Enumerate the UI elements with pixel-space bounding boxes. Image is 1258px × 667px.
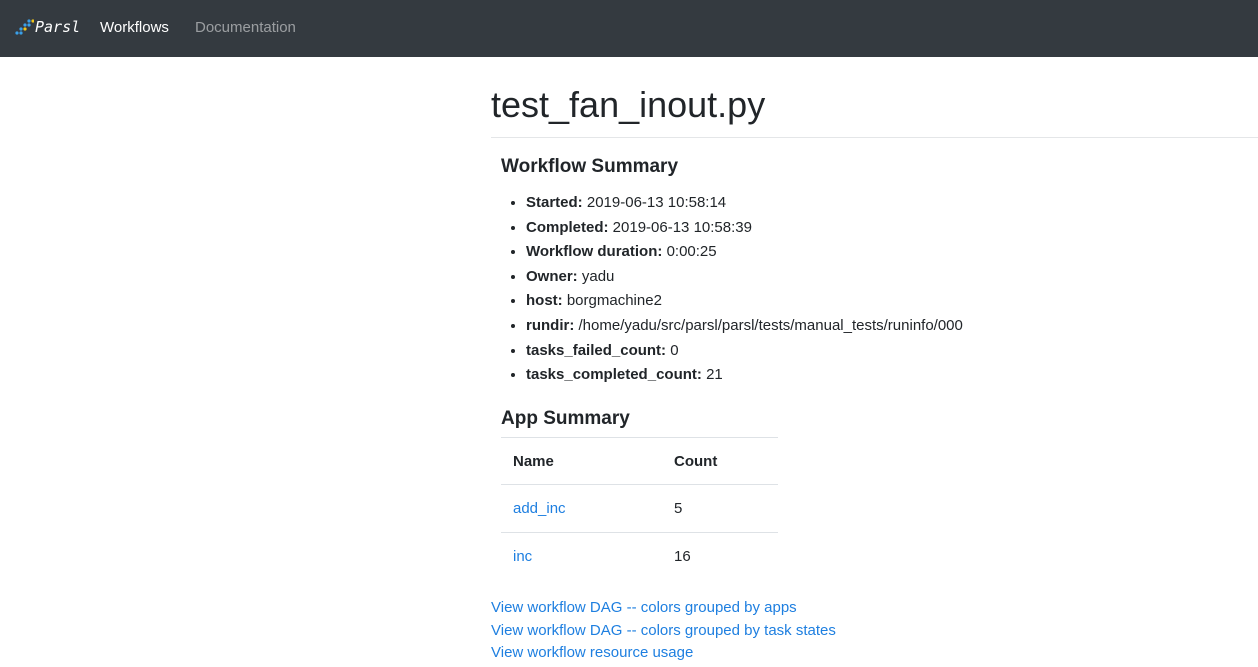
- table-row: inc 16: [501, 532, 778, 580]
- column-header-name: Name: [501, 437, 662, 485]
- app-link-add-inc[interactable]: add_inc: [513, 500, 566, 517]
- summary-value: 2019-06-13 10:58:14: [586, 194, 727, 211]
- resource-usage-link[interactable]: View workflow resource usage: [491, 642, 836, 665]
- summary-item-tasks-completed: tasks_completed_count: 21: [526, 363, 963, 388]
- app-link-inc[interactable]: inc: [513, 548, 532, 565]
- table-row: add_inc 5: [501, 484, 778, 533]
- workflow-view-links: View workflow DAG -- colors grouped by a…: [491, 597, 836, 665]
- nav-documentation-link[interactable]: Documentation: [195, 19, 296, 36]
- summary-item-started: Started: 2019-06-13 10:58:14: [526, 191, 963, 216]
- dag-by-task-states-link[interactable]: View workflow DAG -- colors grouped by t…: [491, 620, 836, 643]
- brand-link[interactable]: Parsl: [14, 18, 80, 36]
- parsl-logo-icon: [14, 18, 35, 36]
- summary-value: /home/yadu/src/parsl/parsl/tests/manual_…: [578, 316, 963, 334]
- app-count-cell: 16: [662, 532, 778, 580]
- summary-item-tasks-failed: tasks_failed_count: 0: [526, 339, 963, 364]
- nav-workflows-link[interactable]: Workflows: [100, 19, 169, 36]
- workflow-summary-list: Started: 2019-06-13 10:58:14 Completed: …: [501, 191, 963, 388]
- summary-value: 2019-06-13 10:58:39: [612, 218, 752, 236]
- summary-key: Started:: [526, 194, 583, 211]
- summary-key: tasks_completed_count:: [526, 366, 702, 384]
- page-title: test_fan_inout.py: [491, 84, 766, 125]
- app-name-cell: inc: [501, 532, 662, 580]
- brand-text: Parsl: [35, 18, 81, 36]
- app-summary-heading: App Summary: [501, 408, 630, 429]
- summary-item-duration: Workflow duration: 0:00:25: [526, 240, 963, 265]
- summary-key: tasks_failed_count:: [526, 341, 667, 359]
- summary-value: 21: [706, 366, 723, 384]
- summary-key: Completed:: [526, 218, 609, 236]
- summary-item-completed: Completed: 2019-06-13 10:58:39: [526, 216, 963, 241]
- workflow-summary-heading: Workflow Summary: [501, 156, 679, 177]
- dag-by-apps-link[interactable]: View workflow DAG -- colors grouped by a…: [491, 597, 836, 620]
- summary-value: 0:00:25: [666, 243, 717, 261]
- summary-item-rundir: rundir: /home/yadu/src/parsl/parsl/tests…: [526, 314, 963, 339]
- summary-value: yadu: [581, 267, 615, 285]
- app-count-cell: 5: [662, 484, 778, 533]
- summary-key: Workflow duration:: [526, 243, 663, 261]
- summary-item-owner: Owner: yadu: [526, 265, 963, 290]
- title-divider: [491, 137, 1258, 138]
- table-header-row: Name Count: [501, 437, 778, 485]
- app-summary-table: Name Count add_inc 5 inc 16: [501, 437, 778, 580]
- app-name-cell: add_inc: [501, 484, 662, 533]
- summary-key: Owner:: [526, 267, 578, 285]
- summary-key: rundir:: [526, 316, 575, 334]
- top-navbar: Parsl Workflows Documentation: [0, 0, 1258, 57]
- summary-value: 0: [670, 341, 679, 359]
- summary-value: borgmachine2: [566, 292, 662, 310]
- summary-key: host:: [526, 292, 563, 310]
- summary-item-host: host: borgmachine2: [526, 289, 963, 314]
- column-header-count: Count: [662, 437, 778, 485]
